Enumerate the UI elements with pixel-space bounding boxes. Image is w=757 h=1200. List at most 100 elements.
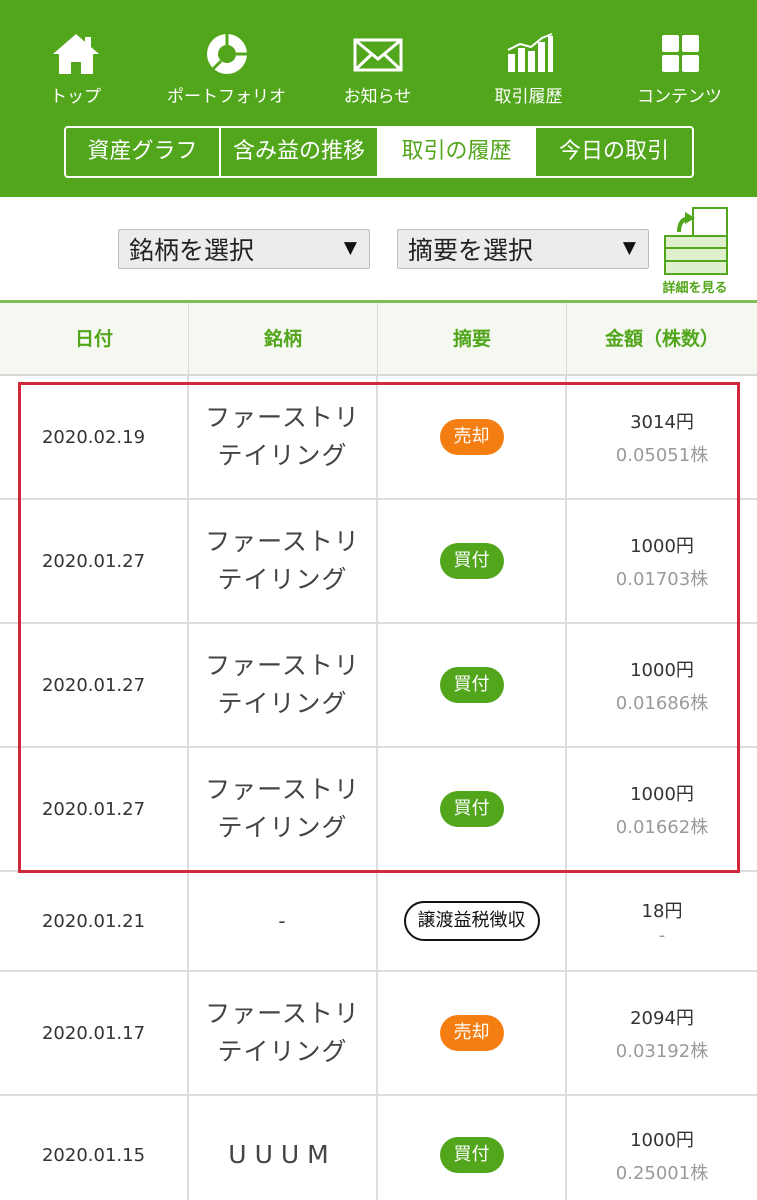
chevron-down-icon: ▼ [622,238,636,258]
row-shares: 0.05051株 [615,444,709,466]
row-amount: 2094円 [630,1007,694,1029]
row-stock: ファーストリ テイリング [189,972,378,1094]
row-amount-cell: 2094円 0.03192株 [567,972,757,1094]
chevron-down-icon: ▼ [343,238,357,258]
row-date: 2020.01.15 [0,1096,189,1200]
nav-news[interactable]: お知らせ [302,28,453,108]
nav-portfolio[interactable]: ポートフォリオ [151,28,302,108]
row-stock: ファーストリ テイリング [189,748,378,870]
tax-badge: 譲渡益税徴収 [403,901,540,941]
bar-chart-icon [507,33,553,72]
row-stock: ファーストリ テイリング [189,376,378,498]
app-header: トップ ポートフォリオ お知らせ 取引履歴 コンテンツ 資産グラフ 含み益の推移… [0,0,757,197]
row-summary: 買付 [378,624,567,746]
row-stock-line2: テイリング [217,813,348,842]
row-amount: 1000円 [630,1129,694,1151]
grid-icon [661,35,699,72]
detail-list-icon [664,207,728,275]
pie-chart-icon [206,34,247,74]
row-summary: 売却 [378,972,567,1094]
row-amount: 1000円 [630,535,694,557]
row-stock-line1: - [278,909,287,933]
view-tabs: 資産グラフ 含み益の推移 取引の履歴 今日の取引 [64,126,694,178]
row-stock-line1: ファーストリ [205,999,360,1028]
row-summary: 買付 [378,748,567,870]
table-row[interactable]: 2020.01.17 ファーストリ テイリング 売却 2094円 0.03192株 [0,972,757,1096]
tab-today-trades[interactable]: 今日の取引 [536,128,692,176]
view-details-label: 詳細を見る [662,281,728,296]
column-header-amount: 金額（株数） [604,328,719,350]
stock-select[interactable]: 銘柄を選択 ▼ [118,229,370,269]
row-date: 2020.02.19 [0,376,189,498]
row-shares: 0.25001株 [615,1162,709,1184]
row-amount-cell: 3014円 0.05051株 [567,376,757,498]
row-date: 2020.01.27 [0,748,189,870]
buy-badge: 買付 [439,1137,504,1173]
main-nav: トップ ポートフォリオ お知らせ 取引履歴 コンテンツ [0,28,757,108]
column-header-stock: 銘柄 [189,303,378,374]
row-stock-line1: UUUM [228,1140,337,1169]
nav-portfolio-label: ポートフォリオ [167,87,286,107]
sell-badge: 売却 [439,1015,504,1051]
row-amount: 3014円 [630,411,694,433]
stock-select-value: 銘柄を選択 [129,236,255,265]
row-shares: 0.01703株 [615,568,709,590]
summary-select[interactable]: 摘要を選択 ▼ [397,229,649,269]
row-stock-line1: ファーストリ [205,651,360,680]
nav-history[interactable]: 取引履歴 [453,28,604,108]
sell-badge: 売却 [439,419,504,455]
row-date: 2020.01.27 [0,500,189,622]
table-row[interactable]: 2020.01.27 ファーストリ テイリング 買付 1000円 0.01703株 [0,500,757,624]
row-summary: 買付 [378,500,567,622]
row-stock-line1: ファーストリ [205,775,360,804]
home-icon [52,34,99,74]
table-row[interactable]: 2020.02.19 ファーストリ テイリング 売却 3014円 0.05051株 [0,376,757,500]
view-details-button[interactable]: 詳細を見る [654,206,736,296]
row-stock: UUUM [189,1096,378,1200]
row-stock-line1: ファーストリ [205,403,360,432]
tab-unrealized-gain[interactable]: 含み益の推移 [221,128,379,176]
row-stock-line2: テイリング [217,441,348,470]
nav-top[interactable]: トップ [0,28,151,108]
row-date: 2020.01.17 [0,972,189,1094]
row-stock-line2: テイリング [217,565,348,594]
table-row[interactable]: 2020.01.15 UUUM 買付 1000円 0.25001株 [0,1096,757,1200]
row-stock-line2: テイリング [217,1037,348,1066]
row-shares: 0.03192株 [615,1040,709,1062]
row-shares: 0.01662株 [615,816,709,838]
tab-asset-graph[interactable]: 資産グラフ [66,128,221,176]
nav-news-label: お知らせ [343,87,412,107]
row-amount-cell: 18円 - [567,872,757,970]
nav-contents[interactable]: コンテンツ [604,28,755,108]
buy-badge: 買付 [439,667,504,703]
envelope-icon [353,38,402,72]
row-shares: - [658,924,666,946]
row-summary: 売却 [378,376,567,498]
row-amount: 1000円 [630,783,694,805]
row-stock: ファーストリ テイリング [189,500,378,622]
row-amount-cell: 1000円 0.01662株 [567,748,757,870]
row-amount-cell: 1000円 0.01703株 [567,500,757,622]
column-header-date: 日付 [0,303,189,374]
tab-trade-history[interactable]: 取引の履歴 [379,128,536,176]
summary-select-value: 摘要を選択 [408,236,534,265]
table-row[interactable]: 2020.01.27 ファーストリ テイリング 買付 1000円 0.01686株 [0,624,757,748]
row-amount: 1000円 [630,659,694,681]
row-stock-line2: テイリング [217,689,348,718]
row-amount-cell: 1000円 0.25001株 [567,1096,757,1200]
history-table-header: 日付 銘柄 摘要 金額（株数） [0,300,757,376]
column-header-summary: 摘要 [378,303,567,374]
nav-history-label: 取引履歴 [494,87,563,107]
row-stock: - [189,872,378,970]
table-row[interactable]: 2020.01.21 - 譲渡益税徴収 18円 - [0,872,757,972]
row-amount: 18円 [641,900,683,922]
buy-badge: 買付 [439,543,504,579]
row-summary: 譲渡益税徴収 [378,872,567,970]
row-amount-cell: 1000円 0.01686株 [567,624,757,746]
row-stock-line1: ファーストリ [205,527,360,556]
table-row[interactable]: 2020.01.27 ファーストリ テイリング 買付 1000円 0.01662株 [0,748,757,872]
row-stock: ファーストリ テイリング [189,624,378,746]
nav-top-label: トップ [50,87,101,107]
row-shares: 0.01686株 [615,692,709,714]
row-date: 2020.01.21 [0,872,189,970]
